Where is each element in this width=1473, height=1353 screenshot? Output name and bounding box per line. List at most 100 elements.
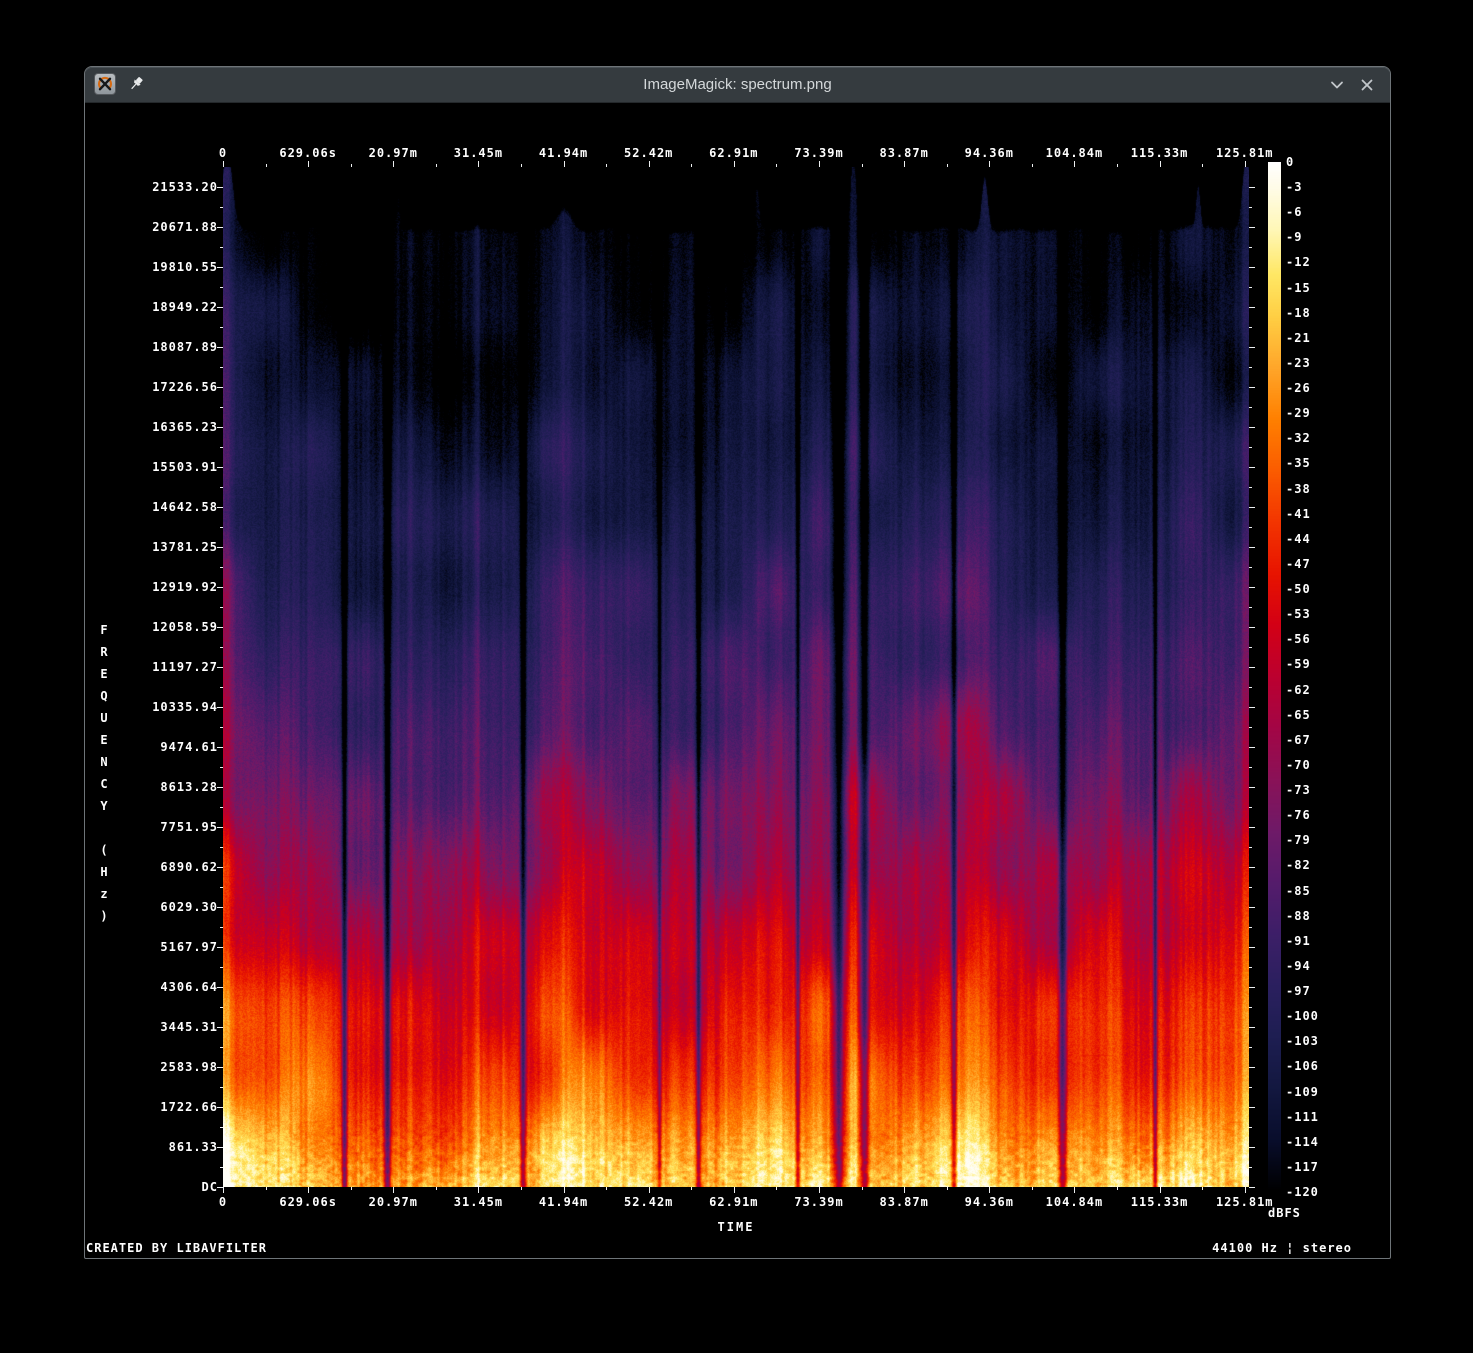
- freq-tick-label: 18949.22: [85, 300, 218, 314]
- freq-tick-mark: [1249, 867, 1255, 868]
- freq-tick-mark: [1249, 587, 1255, 588]
- time-tick-label: 83.87m: [879, 146, 928, 160]
- freq-tick-mark: [217, 427, 223, 428]
- freq-minor-tick: [220, 447, 223, 448]
- watermark-text: CREATED BY LIBAVFILTER: [86, 1241, 267, 1255]
- freq-tick-label: 15503.91: [85, 460, 218, 474]
- time-tick-label: 62.91m: [709, 146, 758, 160]
- freq-tick-mark: [217, 387, 223, 388]
- db-tick-label: -111: [1286, 1110, 1319, 1124]
- freq-tick-mark: [1249, 707, 1255, 708]
- freq-tick-mark: [217, 987, 223, 988]
- spectrogram-plot: [223, 167, 1249, 1187]
- freq-tick-mark: [217, 267, 223, 268]
- freq-minor-tick: [1249, 1127, 1252, 1128]
- time-tick-label: 629.06s: [279, 1195, 337, 1209]
- db-tick-label: -35: [1286, 456, 1311, 470]
- time-tick-label: 104.84m: [1046, 146, 1104, 160]
- freq-minor-tick: [1249, 967, 1252, 968]
- time-tick-label: 94.36m: [965, 1195, 1014, 1209]
- db-tick-label: -103: [1286, 1034, 1319, 1048]
- freq-tick-mark: [1249, 627, 1255, 628]
- time-tick-label: 629.06s: [279, 146, 337, 160]
- time-tick-mark: [989, 1187, 990, 1193]
- freq-tick-mark: [217, 187, 223, 188]
- freq-tick-mark: [1249, 1107, 1255, 1108]
- db-tick-label: -18: [1286, 306, 1311, 320]
- db-tick-label: -3: [1286, 180, 1302, 194]
- time-tick-label: 115.33m: [1131, 1195, 1189, 1209]
- time-minor-tick: [606, 164, 607, 167]
- time-minor-tick: [521, 1187, 522, 1190]
- freq-minor-tick: [1249, 487, 1252, 488]
- time-tick-mark: [308, 1187, 309, 1193]
- freq-minor-tick: [220, 687, 223, 688]
- freq-minor-tick: [220, 407, 223, 408]
- db-tick-label: -120: [1286, 1185, 1319, 1199]
- colorbar-unit-label: dBFS: [1268, 1206, 1301, 1220]
- time-minor-tick: [1202, 1187, 1203, 1190]
- freq-minor-tick: [220, 807, 223, 808]
- db-tick-label: -82: [1286, 858, 1311, 872]
- time-tick-label: 104.84m: [1046, 1195, 1104, 1209]
- freq-minor-tick: [1249, 847, 1252, 848]
- time-tick-label: 62.91m: [709, 1195, 758, 1209]
- freq-tick-mark: [1249, 547, 1255, 548]
- time-tick-mark: [478, 161, 479, 167]
- time-tick-mark: [904, 1187, 905, 1193]
- freq-tick-label: DC: [85, 1180, 218, 1194]
- db-tick-label: -70: [1286, 758, 1311, 772]
- close-button[interactable]: [1358, 76, 1376, 94]
- freq-tick-mark: [1249, 827, 1255, 828]
- time-tick-mark: [308, 161, 309, 167]
- time-tick-label: 0: [219, 146, 227, 160]
- freq-minor-tick: [220, 1167, 223, 1168]
- desktop: ImageMagick: spectrum.png 00629.06s629.0…: [0, 0, 1473, 1353]
- freq-minor-tick: [1249, 1087, 1252, 1088]
- time-minor-tick: [351, 1187, 352, 1190]
- time-minor-tick: [606, 1187, 607, 1190]
- time-minor-tick: [521, 164, 522, 167]
- freq-tick-mark: [1249, 787, 1255, 788]
- window-titlebar[interactable]: ImageMagick: spectrum.png: [85, 67, 1390, 103]
- freq-minor-tick: [220, 527, 223, 528]
- freq-minor-tick: [220, 247, 223, 248]
- shade-button[interactable]: [1328, 76, 1346, 94]
- freq-minor-tick: [220, 1087, 223, 1088]
- time-minor-tick: [266, 1187, 267, 1190]
- freq-tick-mark: [217, 707, 223, 708]
- freq-minor-tick: [1249, 327, 1252, 328]
- freq-tick-mark: [217, 507, 223, 508]
- freq-tick-label: 5167.97: [85, 940, 218, 954]
- time-minor-tick: [862, 1187, 863, 1190]
- freq-tick-mark: [1249, 467, 1255, 468]
- time-tick-label: 20.97m: [369, 1195, 418, 1209]
- freq-minor-tick: [1249, 887, 1252, 888]
- time-tick-mark: [564, 161, 565, 167]
- freq-minor-tick: [1249, 447, 1252, 448]
- time-minor-tick: [436, 164, 437, 167]
- time-minor-tick: [1117, 1187, 1118, 1190]
- db-tick-label: -9: [1286, 230, 1302, 244]
- spectrogram-image: 00629.06s629.06s20.97m20.97m31.45m31.45m…: [85, 103, 1390, 1257]
- time-tick-label: 94.36m: [965, 146, 1014, 160]
- time-tick-mark: [1074, 1187, 1075, 1193]
- freq-tick-mark: [1249, 227, 1255, 228]
- freq-tick-label: 14642.58: [85, 500, 218, 514]
- freq-minor-tick: [1249, 567, 1252, 568]
- db-tick-label: -62: [1286, 683, 1311, 697]
- freq-minor-tick: [1249, 1007, 1252, 1008]
- freq-minor-tick: [220, 727, 223, 728]
- db-tick-label: -76: [1286, 808, 1311, 822]
- freq-tick-mark: [217, 787, 223, 788]
- freq-tick-mark: [217, 827, 223, 828]
- time-minor-tick: [947, 164, 948, 167]
- db-tick-label: -79: [1286, 833, 1311, 847]
- time-minor-tick: [776, 164, 777, 167]
- freq-tick-mark: [217, 547, 223, 548]
- imagemagick-window: ImageMagick: spectrum.png 00629.06s629.0…: [84, 66, 1391, 1259]
- freq-tick-label: 3445.31: [85, 1020, 218, 1034]
- time-minor-tick: [947, 1187, 948, 1190]
- db-tick-label: -67: [1286, 733, 1311, 747]
- time-minor-tick: [691, 1187, 692, 1190]
